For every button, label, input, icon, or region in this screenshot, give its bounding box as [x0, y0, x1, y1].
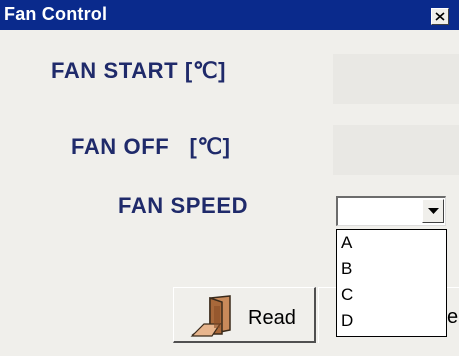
option-c[interactable]: C — [337, 282, 446, 308]
fan-off-field[interactable] — [333, 125, 459, 175]
fan-speed-label: FAN SPEED — [118, 193, 249, 218]
fan-start-field[interactable] — [333, 54, 459, 104]
fan-speed-select[interactable] — [336, 196, 446, 226]
fan-speed-options-list[interactable]: A B C D — [336, 229, 447, 337]
option-a[interactable]: A — [337, 230, 446, 256]
option-b[interactable]: B — [337, 256, 446, 282]
second-button-label-fragment: e — [447, 306, 459, 328]
dropdown-toggle-button[interactable] — [422, 199, 444, 223]
close-x-icon — [435, 12, 445, 21]
read-door-icon — [190, 295, 231, 337]
read-button-label: Read — [248, 307, 296, 329]
title-bar[interactable]: Fan Control — [0, 0, 459, 30]
window-bottom-edge — [0, 345, 459, 356]
fan-start-label: FAN START [℃] — [51, 58, 227, 83]
chevron-down-icon — [428, 208, 439, 214]
fan-control-window: Fan Control FAN START [℃] FAN OFF [℃] FA… — [0, 0, 459, 356]
close-button[interactable] — [431, 8, 449, 25]
option-d[interactable]: D — [337, 308, 446, 334]
window-title: Fan Control — [4, 4, 108, 24]
read-button[interactable]: Read — [173, 287, 316, 343]
fan-off-label: FAN OFF [℃] — [71, 134, 231, 159]
